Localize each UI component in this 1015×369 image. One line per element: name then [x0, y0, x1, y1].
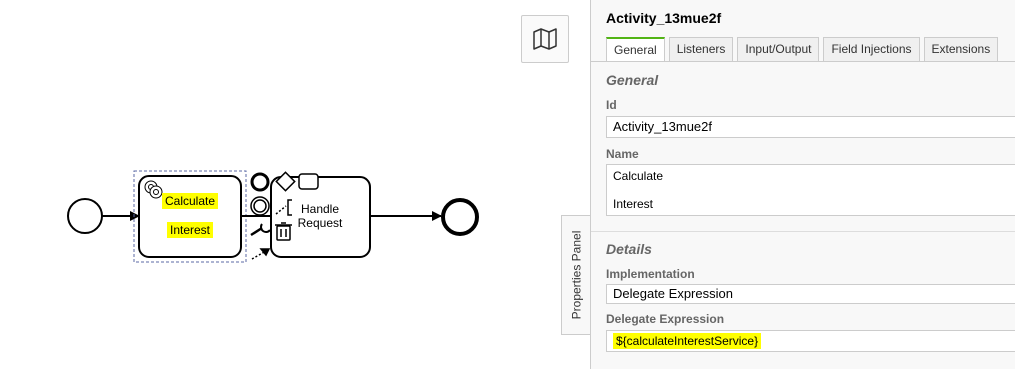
task-calculate-label-line1: Calculate	[161, 193, 219, 209]
tabs-divider	[591, 61, 1015, 62]
tab-field-injections[interactable]: Field Injections	[823, 37, 920, 61]
id-input[interactable]: Activity_13mue2f	[606, 116, 1015, 138]
diagram-canvas[interactable]: Calculate Interest Handle Request	[0, 0, 590, 369]
name-textarea[interactable]: Calculate Interest	[606, 164, 1015, 216]
start-event[interactable]	[67, 198, 103, 234]
delegate-expression-value: ${calculateInterestService}	[613, 333, 762, 349]
task-calculate-label-line2: Interest	[166, 222, 214, 238]
properties-panel: Activity_13mue2f General Listeners Input…	[590, 0, 1015, 369]
minimap-toggle-button[interactable]	[521, 15, 569, 63]
delegate-expression-label: Delegate Expression	[606, 312, 725, 326]
tab-general[interactable]: General	[606, 37, 665, 61]
delegate-expression-input[interactable]: ${calculateInterestService}	[606, 330, 1015, 352]
properties-panel-toggle[interactable]: Properties Panel	[561, 215, 590, 335]
group-divider	[591, 231, 1015, 232]
change-type-wrench-icon[interactable]	[250, 223, 271, 237]
tab-input-output[interactable]: Input/Output	[737, 37, 820, 61]
name-line2: Interest	[613, 197, 654, 211]
implementation-select[interactable]: Delegate Expression	[606, 284, 1015, 304]
properties-panel-toggle-label: Properties Panel	[569, 230, 583, 320]
name-line1: Calculate	[613, 169, 664, 183]
task-handle-label-line1: Handle	[300, 202, 340, 216]
task-calculate-label: Calculate Interest	[142, 193, 238, 238]
append-end-event-icon[interactable]	[250, 172, 270, 192]
append-intermediate-event-icon[interactable]	[250, 196, 270, 216]
group-general-title: General	[606, 72, 659, 88]
tab-extensions[interactable]: Extensions	[923, 37, 999, 61]
implementation-label: Implementation	[606, 267, 695, 281]
connect-arrow-icon[interactable]	[251, 248, 271, 260]
tab-listeners[interactable]: Listeners	[668, 37, 734, 61]
name-label: Name	[606, 147, 639, 161]
append-task-icon[interactable]	[298, 173, 319, 190]
end-event[interactable]	[441, 198, 479, 236]
id-label: Id	[606, 98, 617, 112]
task-handle-label: Handle Request	[285, 202, 355, 230]
element-name-header: Activity_13mue2f	[606, 10, 722, 26]
group-details-title: Details	[606, 241, 652, 257]
properties-tabs: General Listeners Input/Output Field Inj…	[606, 37, 999, 61]
map-icon	[533, 28, 557, 50]
task-handle-label-line2: Request	[297, 216, 343, 230]
